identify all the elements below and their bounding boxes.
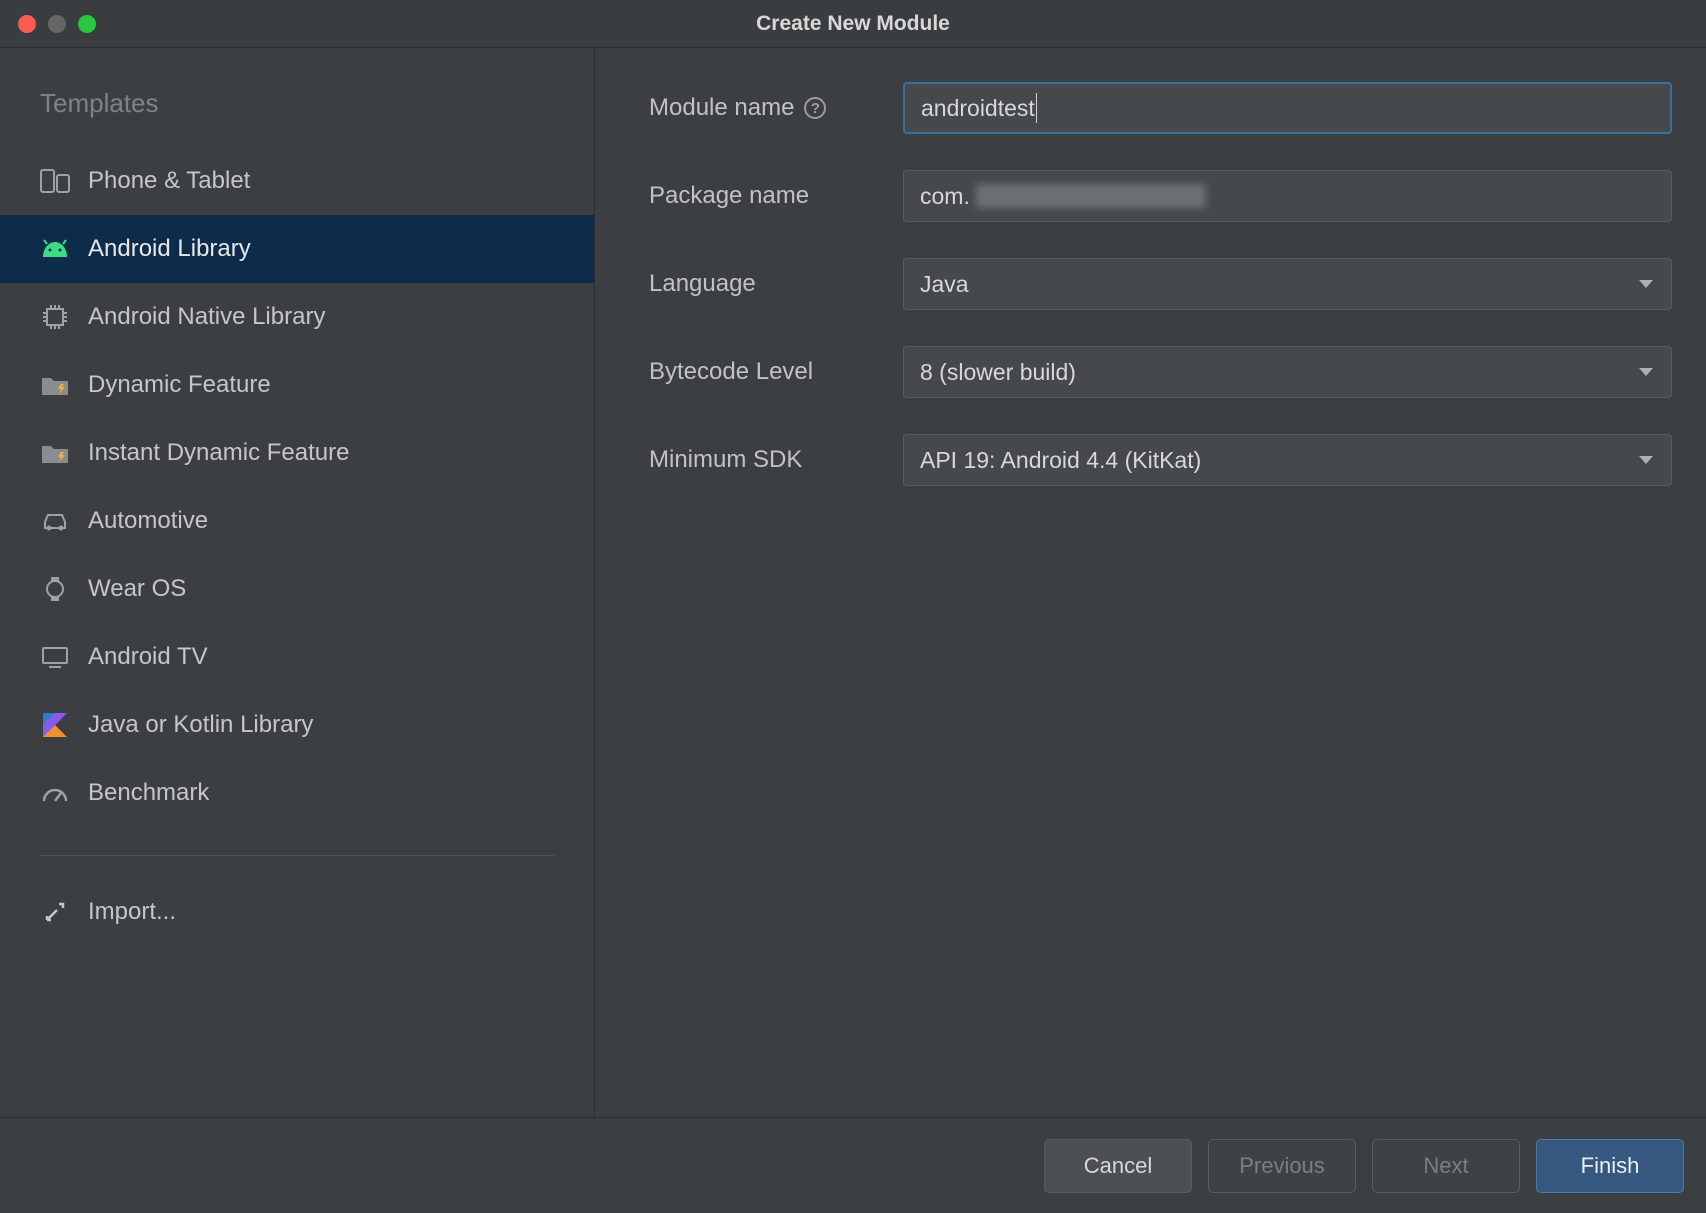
close-window-icon[interactable] [18,15,36,33]
label-minimum-sdk: Minimum SDK [649,446,903,474]
row-minimum-sdk: Minimum SDK API 19: Android 4.4 (KitKat) [649,434,1672,486]
next-button[interactable]: Next [1372,1139,1520,1193]
finish-button[interactable]: Finish [1536,1139,1684,1193]
template-wear-os[interactable]: Wear OS [0,555,594,623]
bytecode-level-select[interactable]: 8 (slower build) [903,346,1672,398]
row-bytecode-level: Bytecode Level 8 (slower build) [649,346,1672,398]
folder-bolt-icon [40,372,70,398]
template-phone-tablet[interactable]: Phone & Tablet [0,147,594,215]
template-item-label: Phone & Tablet [88,167,250,195]
template-item-label: Java or Kotlin Library [88,711,313,739]
android-icon [40,236,70,262]
kotlin-icon [40,712,70,738]
template-item-label: Instant Dynamic Feature [88,439,349,467]
tv-icon [40,644,70,670]
dialog-footer: Cancel Previous Next Finish [0,1117,1706,1213]
template-item-label: Android Library [88,235,251,263]
text-cursor [1036,93,1038,123]
sidebar-separator [40,855,554,856]
template-dynamic-feature[interactable]: Dynamic Feature [0,351,594,419]
watch-icon [40,576,70,602]
template-item-label: Android Native Library [88,303,325,331]
language-select[interactable]: Java [903,258,1672,310]
select-value: 8 (slower build) [920,359,1076,386]
folder-bolt-icon [40,440,70,466]
template-automotive[interactable]: Automotive [0,487,594,555]
template-item-label: Benchmark [88,779,209,807]
label-text: Module name [649,94,794,122]
dialog-title: Create New Module [756,12,950,36]
template-list: Phone & Tablet Android Library [0,147,594,827]
sidebar-heading: Templates [0,82,594,147]
template-android-library[interactable]: Android Library [0,215,594,283]
templates-sidebar: Templates Phone & Tablet [0,48,595,1117]
module-name-input[interactable]: androidtest [903,82,1672,134]
template-android-native-library[interactable]: Android Native Library [0,283,594,351]
dialog-window: Create New Module Templates Phone & Tabl… [0,0,1706,1213]
previous-button[interactable]: Previous [1208,1139,1356,1193]
row-package-name: Package name com. [649,170,1672,222]
cancel-button[interactable]: Cancel [1044,1139,1192,1193]
label-language: Language [649,270,903,298]
help-icon[interactable]: ? [804,97,826,119]
input-value-prefix: com. [920,183,970,210]
import-item[interactable]: Import... [0,878,594,946]
form-panel: Module name ? androidtest Package name c… [595,48,1706,1117]
label-package-name: Package name [649,182,903,210]
template-android-tv[interactable]: Android TV [0,623,594,691]
import-icon [40,899,70,925]
template-item-label: Automotive [88,507,208,535]
chevron-down-icon [1639,280,1653,288]
template-java-kotlin-library[interactable]: Java or Kotlin Library [0,691,594,759]
template-item-label: Wear OS [88,575,186,603]
zoom-window-icon[interactable] [78,15,96,33]
label-bytecode-level: Bytecode Level [649,358,903,386]
label-module-name: Module name ? [649,94,903,122]
input-value: androidtest [921,95,1035,122]
minimize-window-icon[interactable] [48,15,66,33]
phone-tablet-icon [40,168,70,194]
chevron-down-icon [1639,456,1653,464]
select-value: Java [920,271,969,298]
package-name-input[interactable]: com. [903,170,1672,222]
chevron-down-icon [1639,368,1653,376]
row-language: Language Java [649,258,1672,310]
template-item-label: Android TV [88,643,208,671]
chip-icon [40,304,70,330]
window-controls [18,15,96,33]
car-icon [40,508,70,534]
row-module-name: Module name ? androidtest [649,82,1672,134]
titlebar: Create New Module [0,0,1706,48]
gauge-icon [40,780,70,806]
template-item-label: Dynamic Feature [88,371,271,399]
redacted-text [976,184,1206,208]
import-label: Import... [88,898,176,926]
minimum-sdk-select[interactable]: API 19: Android 4.4 (KitKat) [903,434,1672,486]
template-benchmark[interactable]: Benchmark [0,759,594,827]
template-instant-dynamic-feature[interactable]: Instant Dynamic Feature [0,419,594,487]
select-value: API 19: Android 4.4 (KitKat) [920,447,1201,474]
dialog-content: Templates Phone & Tablet [0,48,1706,1117]
